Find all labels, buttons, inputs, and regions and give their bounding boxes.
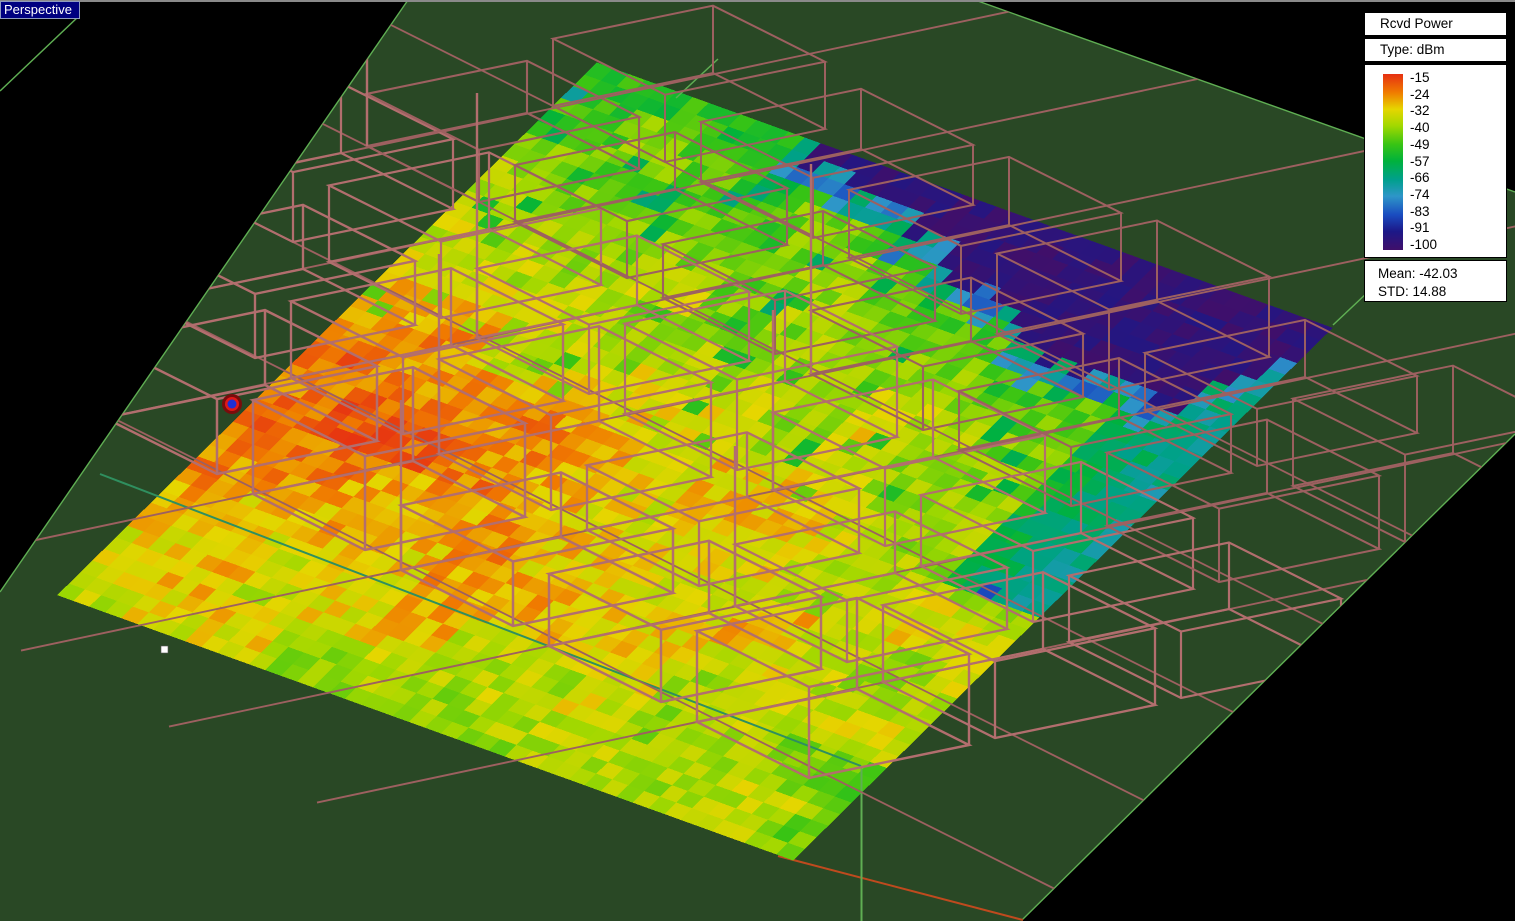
legend-panel: Rcvd Power Type: dBm -15 -24 -32 -40 -49 -57-… (1364, 12, 1507, 304)
waypoint-marker[interactable] (160, 645, 169, 654)
legend-title: Rcvd Power (1364, 12, 1507, 36)
legend-colorbar (1383, 74, 1403, 250)
legend-tick-label: -91 (1410, 220, 1430, 236)
legend-tick-label: -32 (1410, 103, 1430, 119)
app-window: { "window": { "view_label": "Perspective… (0, 0, 1515, 921)
legend-std-value: STD: 14.88 (1378, 284, 1447, 299)
legend-tick-label: -100 (1410, 237, 1438, 252)
legend-tick-label: -24 (1410, 86, 1430, 102)
viewport-3d[interactable] (0, 0, 1515, 921)
legend-tick-label: -83 (1410, 203, 1430, 219)
legend-tick-label: -74 (1410, 186, 1430, 202)
tx-marker[interactable] (222, 394, 242, 414)
legend-tick-label: -49 (1410, 136, 1430, 152)
legend-tick-label: -57 (1410, 153, 1430, 169)
legend-color-scale: -15 -24 -32 -40 -49 -57 -66 -74 -83 -91 -100 (1364, 64, 1507, 258)
legend-statistics: Mean: -42.03 STD: 14.88 (1364, 260, 1507, 302)
legend-tick-label: -15 (1410, 70, 1430, 85)
window-top-strip (0, 0, 1515, 2)
legend-tick-label: -40 (1410, 120, 1430, 136)
legend-tick-label: -66 (1410, 170, 1430, 186)
view-mode-label: Perspective (0, 1, 80, 19)
legend-type-label: Type: dBm (1364, 38, 1507, 62)
legend-mean-value: Mean: -42.03 (1378, 266, 1458, 281)
